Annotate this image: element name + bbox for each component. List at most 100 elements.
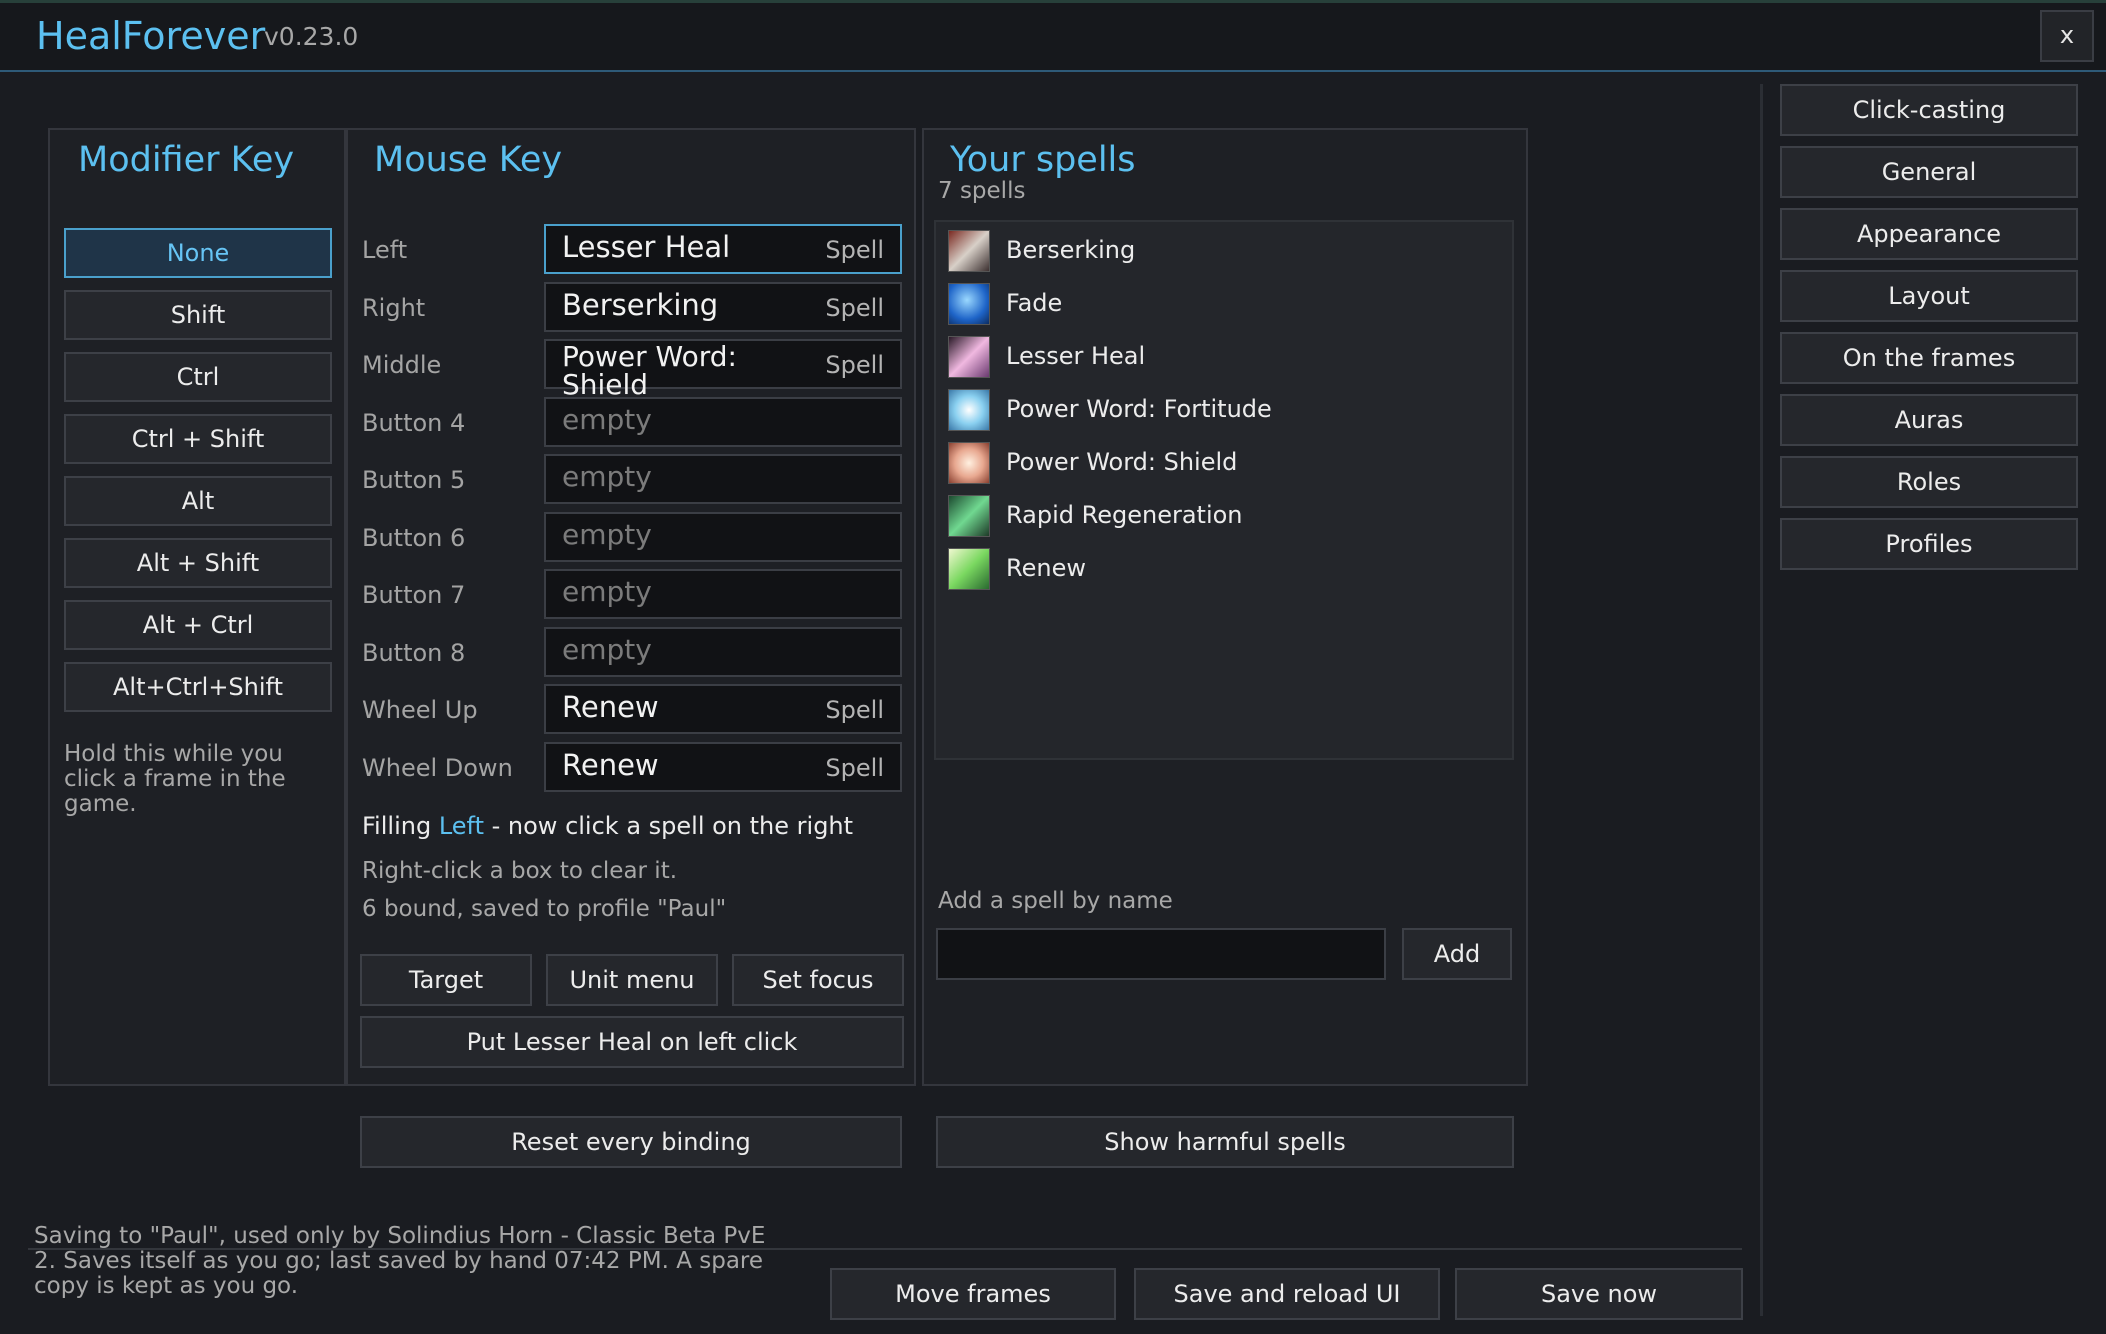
- app-version: v0.23.0: [264, 22, 359, 51]
- fortitude-icon: [948, 389, 990, 431]
- mouse-row-label-wheel-down: Wheel Down: [362, 754, 513, 782]
- binding-spell-name: Lesser Heal: [562, 230, 731, 264]
- spell-list-item[interactable]: Rapid Regeneration: [948, 491, 1508, 543]
- modifier-key-title: Modifier Key: [78, 140, 295, 180]
- spell-list-item[interactable]: Fade: [948, 279, 1508, 331]
- mouse-row-label-button7: Button 7: [362, 581, 466, 609]
- modifier-ctrl-button[interactable]: Ctrl: [64, 352, 332, 402]
- modifier-shift-button[interactable]: Shift: [64, 290, 332, 340]
- binding-spell-name: Renew: [562, 748, 659, 782]
- modifier-alt-button[interactable]: Alt: [64, 476, 332, 526]
- spell-list-item[interactable]: Renew: [948, 544, 1508, 596]
- footer-divider: [28, 1248, 1742, 1250]
- binding-slot-left[interactable]: Lesser Heal Spell: [544, 224, 902, 274]
- save-reload-button[interactable]: Save and reload UI: [1134, 1268, 1440, 1320]
- shield-icon: [948, 442, 990, 484]
- add-spell-button[interactable]: Add: [1402, 928, 1512, 980]
- app-title: HealForever: [36, 14, 266, 58]
- bound-status: 6 bound, saved to profile "Paul": [362, 896, 727, 922]
- target-button[interactable]: Target: [360, 954, 532, 1006]
- unit-menu-button[interactable]: Unit menu: [546, 954, 718, 1006]
- binding-slot-button8[interactable]: empty: [544, 627, 902, 677]
- modifier-alt-ctrl-button[interactable]: Alt + Ctrl: [64, 600, 332, 650]
- mouse-row-label-left: Left: [362, 236, 408, 264]
- binding-slot-wheel-down[interactable]: Renew Spell: [544, 742, 902, 792]
- mouse-key-title: Mouse Key: [374, 140, 563, 180]
- modifier-hint: Hold this while you click a frame in the…: [64, 742, 286, 817]
- sidebar-item-layout[interactable]: Layout: [1780, 270, 2078, 322]
- binding-slot-button6[interactable]: empty: [544, 512, 902, 562]
- binding-slot-middle[interactable]: Power Word: Shield Spell: [544, 339, 902, 399]
- berserking-icon: [948, 230, 990, 272]
- binding-slot-button5[interactable]: empty: [544, 454, 902, 504]
- save-status-line: Saving to "Paul", used only by Solindius…: [34, 1223, 766, 1249]
- modifier-alt-shift-button[interactable]: Alt + Shift: [64, 538, 332, 588]
- binding-empty-text: empty: [562, 403, 652, 436]
- lesser-heal-icon: [948, 336, 990, 378]
- sidebar-item-auras[interactable]: Auras: [1780, 394, 2078, 446]
- move-frames-button[interactable]: Move frames: [830, 1268, 1116, 1320]
- spell-list-item[interactable]: Power Word: Shield: [948, 438, 1508, 490]
- modifier-hint-line: game.: [64, 791, 137, 817]
- binding-empty-text: empty: [562, 575, 652, 608]
- fade-icon: [948, 283, 990, 325]
- binding-spell-name: Renew: [562, 690, 659, 724]
- add-spell-input[interactable]: [936, 928, 1386, 980]
- spell-name: Rapid Regeneration: [1006, 501, 1243, 529]
- save-status: Saving to "Paul", used only by Solindius…: [34, 1224, 765, 1299]
- mouse-row-label-wheel-up: Wheel Up: [362, 696, 478, 724]
- reset-bindings-button[interactable]: Reset every binding: [360, 1116, 902, 1168]
- mouse-key-panel: Mouse Key Left Lesser Heal Spell Right B…: [346, 128, 916, 1086]
- sidebar-item-on-the-frames[interactable]: On the frames: [1780, 332, 2078, 384]
- modifier-key-panel: Modifier Key None Shift Ctrl Ctrl + Shif…: [48, 128, 346, 1086]
- modifier-hint-line: Hold this while you: [64, 741, 283, 767]
- spell-name: Renew: [1006, 554, 1086, 582]
- sidebar-item-click-casting[interactable]: Click-casting: [1780, 84, 2078, 136]
- spell-list-item[interactable]: Lesser Heal: [948, 332, 1508, 384]
- binding-empty-text: empty: [562, 460, 652, 493]
- set-focus-button[interactable]: Set focus: [732, 954, 904, 1006]
- filling-status: Filling Left - now click a spell on the …: [362, 812, 853, 840]
- binding-empty-text: empty: [562, 518, 652, 551]
- modifier-none-button[interactable]: None: [64, 228, 332, 278]
- spell-list: Berserking Fade Lesser Heal Power Word: …: [934, 220, 1514, 760]
- spell-name: Power Word: Fortitude: [1006, 395, 1272, 423]
- binding-type-tag: Spell: [825, 696, 884, 724]
- put-on-left-click-button[interactable]: Put Lesser Heal on left click: [360, 1016, 904, 1068]
- modifier-hint-line: click a frame in the: [64, 766, 286, 792]
- spell-name: Berserking: [1006, 236, 1136, 264]
- close-button[interactable]: x: [2040, 10, 2094, 62]
- spell-name: Power Word: Shield: [1006, 448, 1238, 476]
- your-spells-panel: Your spells 7 spells Berserking Fade Les…: [922, 128, 1528, 1086]
- sidebar-item-profiles[interactable]: Profiles: [1780, 518, 2078, 570]
- sidebar-item-general[interactable]: General: [1780, 146, 2078, 198]
- sidebar-item-appearance[interactable]: Appearance: [1780, 208, 2078, 260]
- save-now-button[interactable]: Save now: [1455, 1268, 1743, 1320]
- save-status-line: copy is kept as you go.: [34, 1273, 299, 1299]
- modifier-ctrl-shift-button[interactable]: Ctrl + Shift: [64, 414, 332, 464]
- binding-spell-name: Power Word: Shield: [562, 343, 737, 399]
- filling-suffix: - now click a spell on the right: [491, 812, 854, 840]
- binding-type-tag: Spell: [825, 294, 884, 322]
- regeneration-icon: [948, 495, 990, 537]
- mouse-row-label-button4: Button 4: [362, 409, 466, 437]
- filling-key: Left: [438, 812, 484, 840]
- top-accent-line: [0, 0, 2106, 3]
- binding-slot-right[interactable]: Berserking Spell: [544, 282, 902, 332]
- binding-slot-button4[interactable]: empty: [544, 397, 902, 447]
- clear-hint: Right-click a box to clear it.: [362, 858, 678, 884]
- spell-list-item[interactable]: Berserking: [948, 226, 1508, 278]
- mouse-row-label-button6: Button 6: [362, 524, 466, 552]
- binding-slot-button7[interactable]: empty: [544, 569, 902, 619]
- spell-name: Fade: [1006, 289, 1063, 317]
- binding-slot-wheel-up[interactable]: Renew Spell: [544, 684, 902, 734]
- filling-prefix: Filling: [362, 812, 432, 840]
- binding-empty-text: empty: [562, 633, 652, 666]
- spell-list-item[interactable]: Power Word: Fortitude: [948, 385, 1508, 437]
- modifier-alt-ctrl-shift-button[interactable]: Alt+Ctrl+Shift: [64, 662, 332, 712]
- mouse-row-label-middle: Middle: [362, 351, 442, 379]
- show-harmful-spells-button[interactable]: Show harmful spells: [936, 1116, 1514, 1168]
- binding-type-tag: Spell: [825, 351, 884, 379]
- spell-count: 7 spells: [938, 178, 1026, 204]
- sidebar-item-roles[interactable]: Roles: [1780, 456, 2078, 508]
